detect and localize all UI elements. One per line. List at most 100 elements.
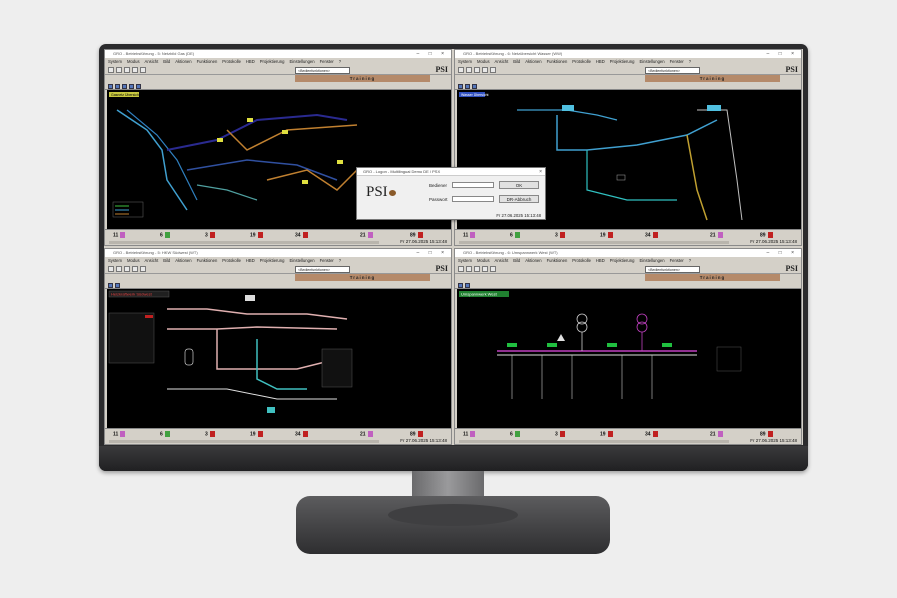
- menu-item-einstellungen[interactable]: Einstellungen: [639, 59, 664, 64]
- close-icon[interactable]: ×: [539, 168, 542, 176]
- back-icon[interactable]: [458, 266, 464, 272]
- forward-icon[interactable]: [116, 266, 122, 272]
- function-combo[interactable]: <Bedienfunktionen>: [645, 67, 700, 74]
- menu-item-system[interactable]: System: [458, 258, 472, 263]
- menu-item-bild[interactable]: Bild: [163, 258, 170, 263]
- counter-cell[interactable]: 89: [410, 431, 423, 438]
- menu-item-ansicht[interactable]: Ansicht: [145, 59, 159, 64]
- menu-item-aktionen[interactable]: Aktionen: [525, 258, 541, 263]
- menu-item-modus[interactable]: Modus: [127, 59, 140, 64]
- tool-icon[interactable]: [115, 84, 120, 89]
- tool-icon[interactable]: [465, 283, 470, 288]
- zoom-icon[interactable]: [140, 266, 146, 272]
- menu-item-help[interactable]: ?: [339, 59, 341, 64]
- ok-button[interactable]: OK: [499, 181, 539, 189]
- print-icon[interactable]: [132, 266, 138, 272]
- counter-cell[interactable]: 19: [600, 232, 613, 239]
- menu-item-help[interactable]: ?: [339, 258, 341, 263]
- menu-item-aktionen[interactable]: Aktionen: [175, 59, 191, 64]
- counter-cell[interactable]: 11: [113, 232, 126, 239]
- counter-cell[interactable]: 11: [113, 431, 126, 438]
- counter-cell[interactable]: 3: [555, 431, 565, 438]
- counter-cell[interactable]: 21: [710, 431, 723, 438]
- counter-cell[interactable]: 11: [463, 232, 476, 239]
- forward-icon[interactable]: [466, 67, 472, 73]
- menu-item-protokolle[interactable]: Protokolle: [222, 59, 241, 64]
- menu-item-hbd[interactable]: HBD: [596, 258, 605, 263]
- counter-cell[interactable]: 6: [510, 232, 520, 239]
- forward-icon[interactable]: [466, 266, 472, 272]
- menu-item-ansicht[interactable]: Ansicht: [495, 59, 509, 64]
- counter-cell[interactable]: 3: [205, 431, 215, 438]
- home-icon[interactable]: [124, 67, 130, 73]
- menu-item-funktionen[interactable]: Funktionen: [197, 59, 218, 64]
- home-icon[interactable]: [124, 266, 130, 272]
- window-controls[interactable]: – □ ×: [767, 249, 799, 257]
- function-combo[interactable]: <Bedienfunktionen>: [645, 266, 700, 273]
- counter-cell[interactable]: 19: [250, 232, 263, 239]
- counter-cell[interactable]: 89: [410, 232, 423, 239]
- tool-icon[interactable]: [136, 84, 141, 89]
- menu-item-ansicht[interactable]: Ansicht: [495, 258, 509, 263]
- tool-icon[interactable]: [108, 283, 113, 288]
- menu-item-help[interactable]: ?: [689, 59, 691, 64]
- counter-cell[interactable]: 21: [710, 232, 723, 239]
- tool-icon[interactable]: [458, 283, 463, 288]
- window-controls[interactable]: – □ ×: [767, 50, 799, 58]
- function-combo[interactable]: <Bedienfunktionen>: [295, 67, 350, 74]
- counter-cell[interactable]: 3: [205, 232, 215, 239]
- menu-item-projektierung[interactable]: Projektierung: [610, 59, 635, 64]
- counter-cell[interactable]: 21: [360, 431, 373, 438]
- menu-item-projektierung[interactable]: Projektierung: [610, 258, 635, 263]
- tool-icon[interactable]: [465, 84, 470, 89]
- back-icon[interactable]: [458, 67, 464, 73]
- counter-cell[interactable]: 34: [645, 431, 658, 438]
- counter-cell[interactable]: 6: [510, 431, 520, 438]
- schematic-canvas[interactable]: Heizkraftwerk Südwest: [107, 289, 451, 429]
- menu-item-aktionen[interactable]: Aktionen: [175, 258, 191, 263]
- menu-item-hbd[interactable]: HBD: [596, 59, 605, 64]
- menu-item-fenster[interactable]: Fenster: [320, 258, 334, 263]
- menu-item-hbd[interactable]: HBD: [246, 258, 255, 263]
- print-icon[interactable]: [482, 67, 488, 73]
- menu-item-protokolle[interactable]: Protokolle: [222, 258, 241, 263]
- zoom-icon[interactable]: [490, 67, 496, 73]
- counter-cell[interactable]: 34: [645, 232, 658, 239]
- zoom-icon[interactable]: [490, 266, 496, 272]
- counter-cell[interactable]: 89: [760, 232, 773, 239]
- menu-item-system[interactable]: System: [108, 258, 122, 263]
- menu-item-protokolle[interactable]: Protokolle: [572, 59, 591, 64]
- tool-icon[interactable]: [108, 84, 113, 89]
- counter-cell[interactable]: 34: [295, 232, 308, 239]
- menu-item-system[interactable]: System: [458, 59, 472, 64]
- counter-cell[interactable]: 6: [160, 232, 170, 239]
- tool-icon[interactable]: [115, 283, 120, 288]
- counter-cell[interactable]: 19: [250, 431, 263, 438]
- password-input[interactable]: [452, 196, 494, 202]
- home-icon[interactable]: [474, 266, 480, 272]
- menu-item-funktionen[interactable]: Funktionen: [547, 59, 568, 64]
- counter-cell[interactable]: 3: [555, 232, 565, 239]
- menu-item-einstellungen[interactable]: Einstellungen: [639, 258, 664, 263]
- window-controls[interactable]: – □ ×: [417, 249, 449, 257]
- menu-item-aktionen[interactable]: Aktionen: [525, 59, 541, 64]
- print-icon[interactable]: [132, 67, 138, 73]
- menu-item-bild[interactable]: Bild: [163, 59, 170, 64]
- tool-icon[interactable]: [122, 84, 127, 89]
- window-controls[interactable]: – □ ×: [417, 50, 449, 58]
- counter-cell[interactable]: 6: [160, 431, 170, 438]
- menu-item-fenster[interactable]: Fenster: [670, 59, 684, 64]
- counter-cell[interactable]: 89: [760, 431, 773, 438]
- forward-icon[interactable]: [116, 67, 122, 73]
- menu-item-einstellungen[interactable]: Einstellungen: [289, 59, 314, 64]
- home-icon[interactable]: [474, 67, 480, 73]
- menu-item-hbd[interactable]: HBD: [246, 59, 255, 64]
- menu-item-system[interactable]: System: [108, 59, 122, 64]
- tool-icon[interactable]: [472, 84, 477, 89]
- menu-item-funktionen[interactable]: Funktionen: [197, 258, 218, 263]
- schematic-canvas[interactable]: Umspannwerk West: [457, 289, 801, 429]
- abort-button[interactable]: DR-Abbruch: [499, 195, 539, 203]
- print-icon[interactable]: [482, 266, 488, 272]
- tool-icon[interactable]: [458, 84, 463, 89]
- counter-cell[interactable]: 11: [463, 431, 476, 438]
